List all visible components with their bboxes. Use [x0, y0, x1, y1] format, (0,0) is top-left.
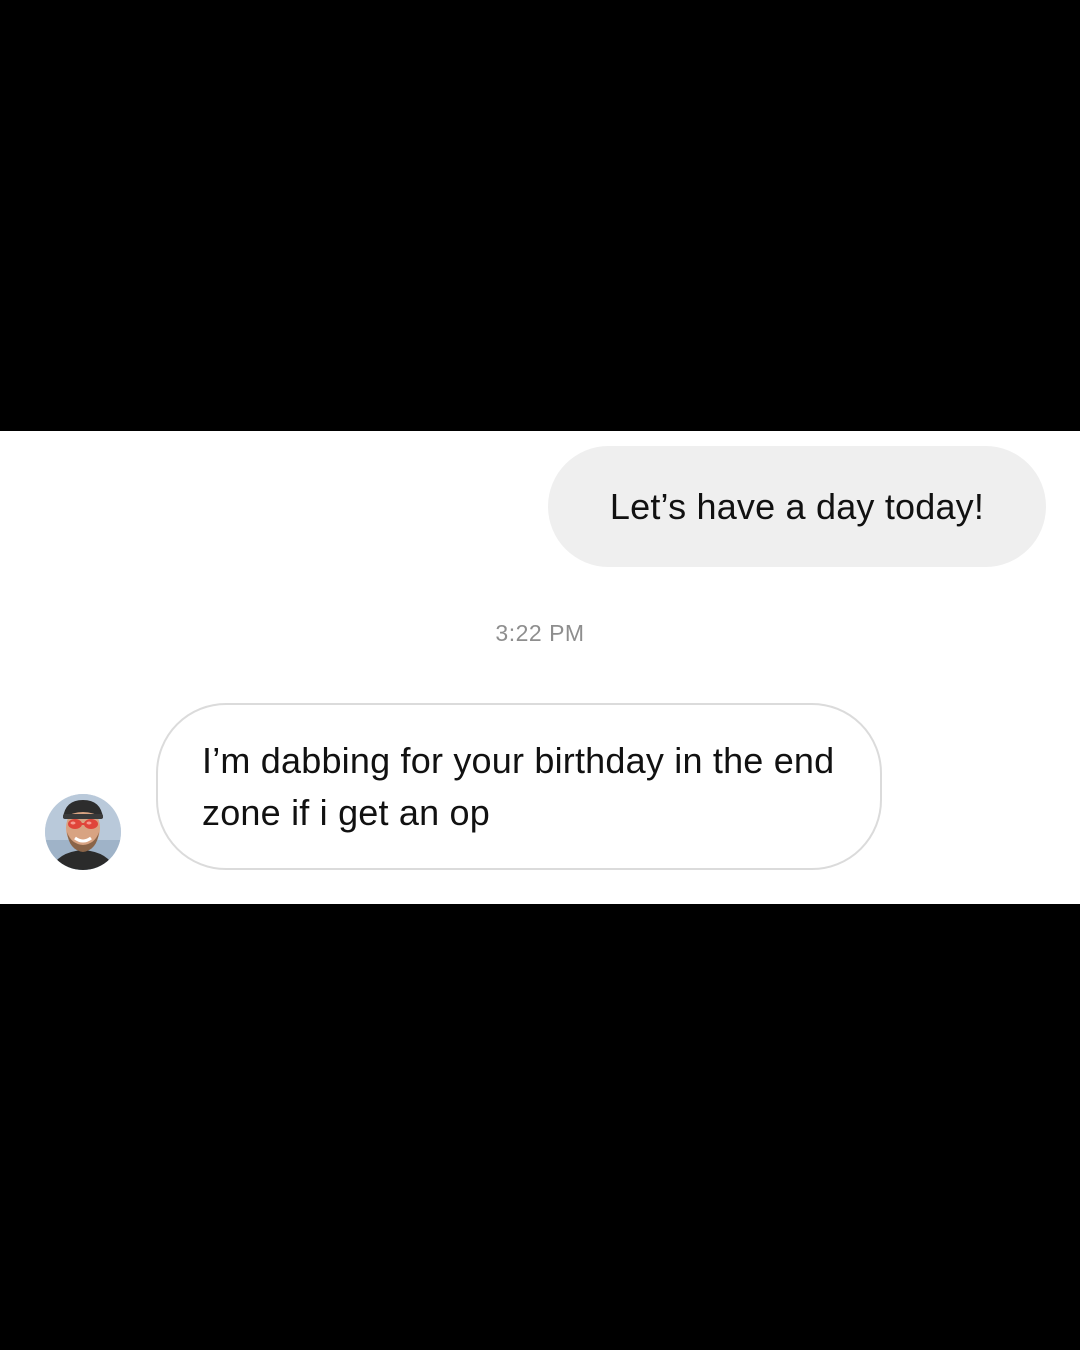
- received-message-bubble[interactable]: I’m dabbing for your birthday in the end…: [156, 703, 882, 870]
- sender-avatar[interactable]: [45, 794, 121, 870]
- user-avatar-photo-icon: [45, 794, 121, 870]
- letterbox-top: [0, 0, 1080, 431]
- letterbox-bottom: [0, 904, 1080, 1350]
- message-timestamp: 3:22 PM: [495, 620, 585, 646]
- sent-message-text: Let’s have a day today!: [609, 485, 985, 527]
- received-message-row: I’m dabbing for your birthday in the end…: [0, 703, 1080, 871]
- screenshot-frame: Let’s have a day today! 3:22 PM I’m dabb…: [0, 0, 1080, 1350]
- received-message-text: I’m dabbing for your birthday in the end…: [202, 740, 835, 833]
- chat-thread: Let’s have a day today! 3:22 PM I’m dabb…: [0, 431, 1080, 904]
- sent-message-bubble[interactable]: Let’s have a day today!: [548, 446, 1046, 567]
